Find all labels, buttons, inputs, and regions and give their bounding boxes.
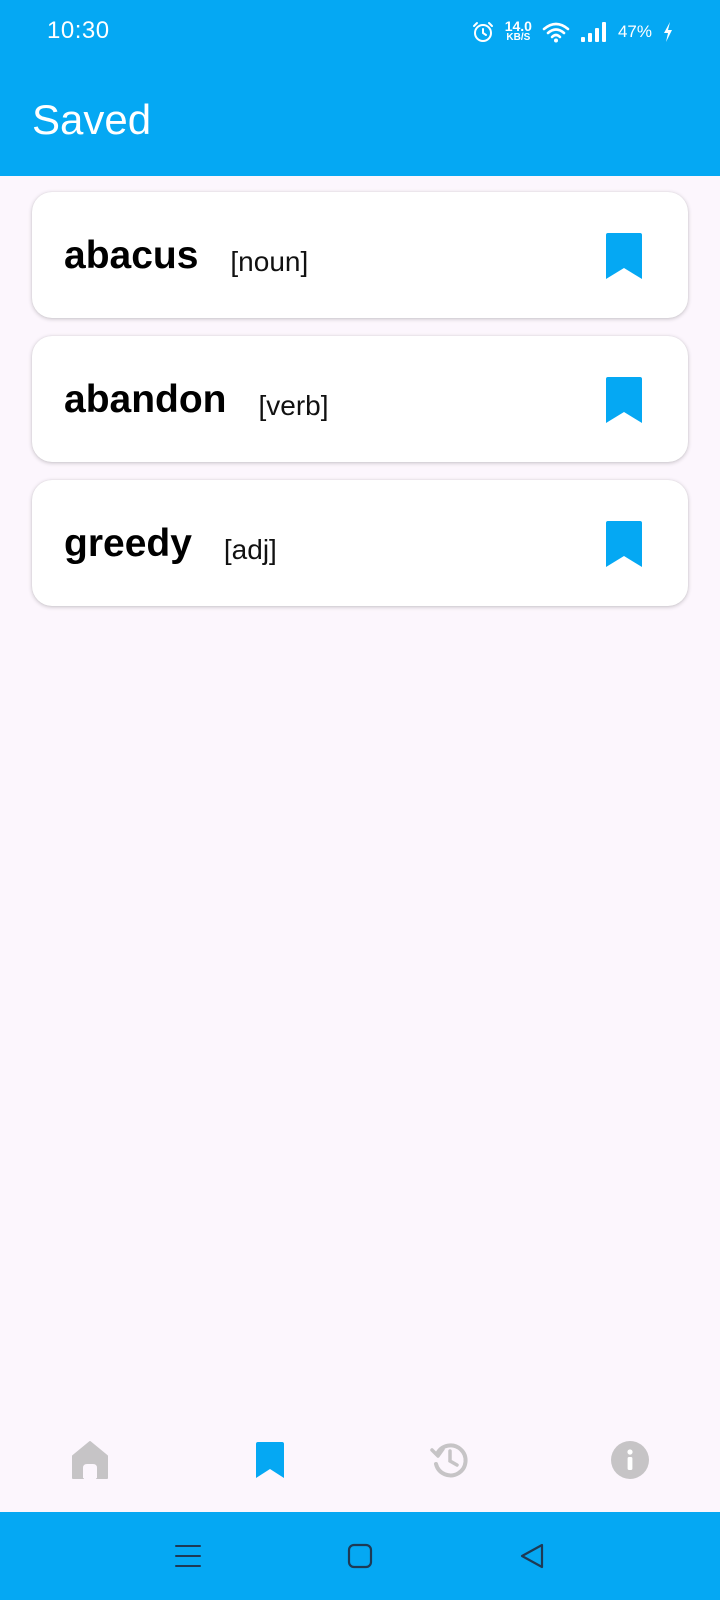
nav-history[interactable]	[426, 1436, 474, 1484]
part-of-speech: [noun]	[230, 246, 309, 277]
status-time: 10:30	[47, 17, 110, 44]
network-speed-unit: KB/S	[506, 32, 531, 43]
info-icon	[611, 1441, 649, 1479]
system-menu-button[interactable]	[170, 1538, 206, 1574]
list-item[interactable]: abandon [verb]	[32, 336, 688, 462]
list-item[interactable]: greedy [adj]	[32, 480, 688, 606]
alarm-icon	[472, 22, 493, 42]
network-speed: 14.0 KB/S	[504, 18, 532, 43]
status-bar: 10:30 14.0 KB/S 47%	[0, 0, 720, 64]
bottom-navigation	[0, 1410, 720, 1510]
wifi-icon	[542, 22, 570, 43]
nav-saved[interactable]	[246, 1436, 294, 1484]
home-square-icon	[347, 1543, 373, 1569]
part-of-speech: [verb]	[258, 390, 329, 421]
word-text: abandon	[64, 378, 227, 421]
page-title: Saved	[32, 96, 152, 143]
nav-info[interactable]	[606, 1436, 654, 1484]
menu-icon	[175, 1545, 201, 1567]
bookmark-icon[interactable]	[604, 232, 644, 280]
nav-home[interactable]	[66, 1436, 114, 1484]
word-row: abandon [verb]	[64, 378, 329, 422]
back-triangle-icon	[520, 1543, 544, 1569]
bookmark-icon[interactable]	[604, 520, 644, 568]
charging-icon	[664, 22, 672, 42]
battery-percent: 47%	[617, 22, 652, 41]
word-text: greedy	[64, 522, 192, 565]
home-icon	[72, 1441, 108, 1479]
app-bar: Saved	[0, 64, 720, 176]
bookmark-icon	[256, 1442, 284, 1478]
word-row: greedy [adj]	[64, 522, 277, 566]
list-item[interactable]: abacus [noun]	[32, 192, 688, 318]
saved-words-list: abacus [noun] abandon [verb] greedy [adj…	[32, 192, 688, 624]
bookmark-icon[interactable]	[604, 376, 644, 424]
word-row: abacus [noun]	[64, 234, 308, 278]
signal-icon	[580, 22, 606, 42]
network-speed-value: 14.0	[504, 18, 532, 34]
system-back-button[interactable]	[514, 1538, 550, 1574]
status-icons: 14.0 KB/S 47%	[471, 16, 674, 48]
system-navigation-bar	[0, 1512, 720, 1600]
history-icon	[430, 1443, 468, 1478]
part-of-speech: [adj]	[223, 534, 277, 565]
system-home-button[interactable]	[342, 1538, 378, 1574]
word-text: abacus	[64, 234, 199, 277]
